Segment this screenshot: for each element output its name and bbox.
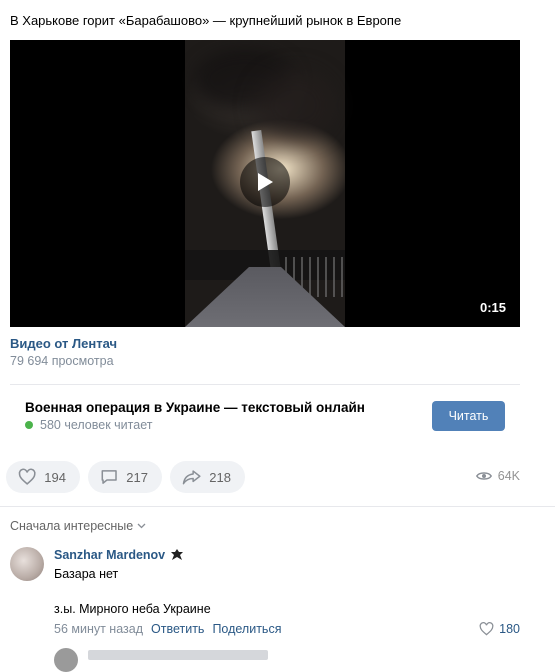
- eye-icon: [475, 472, 492, 480]
- share-button[interactable]: 218: [170, 461, 245, 493]
- like-count: 194: [44, 469, 66, 485]
- views-counter: 64K: [475, 469, 520, 483]
- share-count: 218: [209, 469, 231, 485]
- like-button[interactable]: 194: [6, 461, 80, 493]
- online-dot-icon: [25, 421, 33, 429]
- comment-author[interactable]: Sanzhar Mardenov: [54, 548, 184, 562]
- promo-readers: 580 человек читает: [25, 418, 152, 432]
- sort-label: Сначала интересные: [10, 519, 134, 533]
- heart-icon: [479, 622, 494, 636]
- share-link[interactable]: Поделиться: [212, 622, 281, 636]
- avatar[interactable]: [10, 547, 44, 581]
- comment-text: з.ы. Мирного неба Украине: [54, 602, 211, 616]
- promo-readers-text: 580 человек читает: [40, 418, 153, 432]
- verified-icon: [171, 549, 184, 560]
- comment-text: Базара нет: [54, 567, 119, 581]
- comment-time[interactable]: 56 минут назад: [54, 622, 143, 636]
- reply-link[interactable]: Ответить: [151, 622, 204, 636]
- divider: [0, 506, 555, 507]
- play-button[interactable]: [240, 157, 290, 207]
- sort-dropdown[interactable]: Сначала интересные: [10, 519, 146, 533]
- post-text: В Харькове горит «Барабашово» — крупнейш…: [10, 13, 402, 28]
- comment-like-count: 180: [499, 622, 520, 636]
- video-player[interactable]: 0:15: [10, 40, 520, 327]
- play-icon: [258, 173, 273, 191]
- comment-button[interactable]: 217: [88, 461, 162, 493]
- avatar[interactable]: [54, 648, 78, 672]
- chevron-down-icon: [137, 523, 146, 529]
- divider: [10, 384, 520, 385]
- comment-meta: 56 минут назад Ответить Поделиться: [54, 622, 281, 636]
- share-icon: [182, 470, 201, 485]
- comment-author-name: Sanzhar Mardenov: [54, 548, 166, 562]
- promo-title[interactable]: Военная операция в Украине — текстовый о…: [25, 400, 365, 415]
- comment-icon: [101, 470, 117, 484]
- comment-like-button[interactable]: 180: [479, 622, 520, 636]
- comment-count: 217: [126, 469, 148, 485]
- video-views: 79 694 просмотра: [10, 354, 114, 368]
- next-comment-preview: [88, 650, 268, 660]
- views-count: 64K: [497, 469, 520, 483]
- video-duration: 0:15: [479, 300, 506, 315]
- read-button[interactable]: Читать: [432, 401, 505, 431]
- heart-icon: [18, 468, 36, 485]
- video-title-link[interactable]: Видео от Лентач: [10, 336, 117, 351]
